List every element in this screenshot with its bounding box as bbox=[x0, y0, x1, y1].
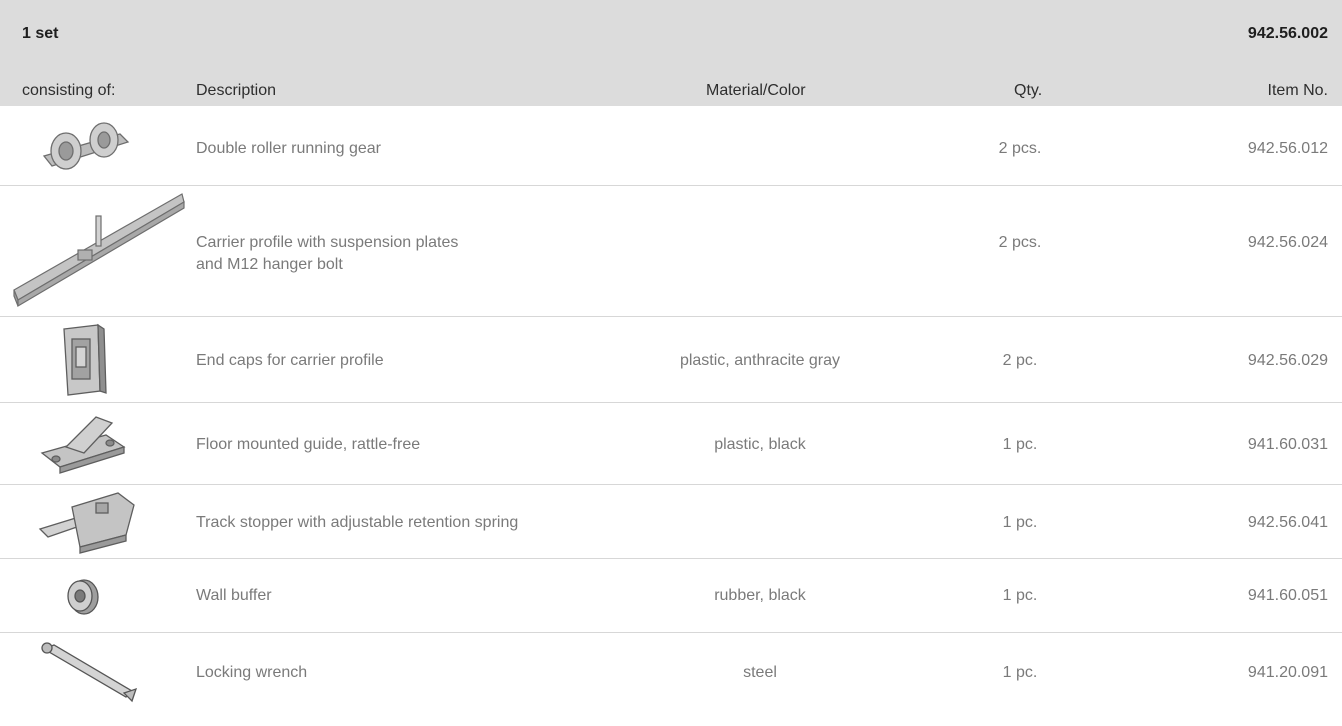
row-material: rubber, black bbox=[714, 587, 806, 604]
table-row: Carrier profile with suspension plates a… bbox=[0, 186, 1342, 317]
row-item-no: 941.20.091 bbox=[1247, 664, 1328, 681]
row-qty: 1 pc. bbox=[1002, 587, 1038, 604]
column-header-qty: Qty. bbox=[1014, 82, 1043, 99]
table-row: Wall buffer rubber, black 1 pc. 941.60.0… bbox=[0, 559, 1342, 633]
row-description-line: Track stopper with adjustable retention … bbox=[196, 514, 519, 531]
table-row: End caps for carrier profile plastic, an… bbox=[0, 317, 1342, 403]
double-roller-running-gear-icon bbox=[0, 106, 190, 185]
row-description: Double roller running gear bbox=[196, 138, 381, 160]
set-label: 1 set bbox=[22, 25, 59, 42]
track-stopper-icon bbox=[0, 485, 190, 558]
table-row: Locking wrench steel 1 pc. 941.20.091 bbox=[0, 633, 1342, 719]
row-qty: 1 pc. bbox=[1002, 514, 1038, 531]
row-description: Wall buffer bbox=[196, 585, 272, 607]
wall-buffer-icon bbox=[0, 559, 190, 632]
set-item-number: 942.56.002 bbox=[1247, 25, 1328, 42]
row-qty: 1 pc. bbox=[1002, 664, 1038, 681]
row-description: Locking wrench bbox=[196, 662, 307, 684]
row-description-line: End caps for carrier profile bbox=[196, 352, 384, 369]
row-description-line: Carrier profile with suspension plates bbox=[196, 234, 459, 251]
row-description-line: Locking wrench bbox=[196, 664, 308, 681]
parts-header: 1 set 942.56.002 consisting of: Descript… bbox=[0, 0, 1342, 106]
table-row: Track stopper with adjustable retention … bbox=[0, 485, 1342, 559]
row-item-no: 941.60.031 bbox=[1247, 436, 1328, 453]
column-header-material: Material/Color bbox=[706, 82, 806, 99]
column-header-description: Description bbox=[196, 82, 277, 99]
row-qty: 1 pc. bbox=[1002, 436, 1038, 453]
row-qty: 2 pc. bbox=[1002, 352, 1038, 369]
row-description: End caps for carrier profile bbox=[196, 350, 384, 372]
table-row: Double roller running gear 2 pcs. 942.56… bbox=[0, 106, 1342, 186]
row-item-no: 942.56.024 bbox=[1247, 234, 1328, 251]
row-description-line: Wall buffer bbox=[196, 587, 272, 604]
carrier-profile-icon bbox=[0, 186, 190, 316]
row-material: plastic, anthracite gray bbox=[679, 352, 841, 369]
row-item-no: 941.60.051 bbox=[1247, 587, 1328, 604]
parts-list: 1 set 942.56.002 consisting of: Descript… bbox=[0, 0, 1342, 726]
row-description-line: and M12 hanger bolt bbox=[196, 256, 343, 273]
locking-wrench-icon bbox=[0, 633, 190, 719]
row-description-line: Double roller running gear bbox=[196, 140, 381, 157]
column-header-item-no: Item No. bbox=[1267, 82, 1328, 99]
row-material: plastic, black bbox=[714, 436, 806, 453]
row-description: Track stopper with adjustable retention … bbox=[196, 512, 518, 534]
row-item-no: 942.56.012 bbox=[1247, 140, 1328, 157]
table-row: Floor mounted guide, rattle-free plastic… bbox=[0, 403, 1342, 485]
row-material: steel bbox=[743, 664, 777, 681]
row-description: Carrier profile with suspension plates a… bbox=[196, 232, 458, 276]
column-header-consisting: consisting of: bbox=[22, 82, 116, 99]
floor-guide-icon bbox=[0, 403, 190, 484]
row-qty: 2 pcs. bbox=[998, 234, 1042, 251]
row-description: Floor mounted guide, rattle-free bbox=[196, 434, 420, 456]
end-cap-icon bbox=[0, 317, 190, 402]
row-item-no: 942.56.041 bbox=[1247, 514, 1328, 531]
row-qty: 2 pcs. bbox=[998, 140, 1042, 157]
row-item-no: 942.56.029 bbox=[1247, 352, 1328, 369]
row-description-line: Floor mounted guide, rattle-free bbox=[196, 436, 421, 453]
